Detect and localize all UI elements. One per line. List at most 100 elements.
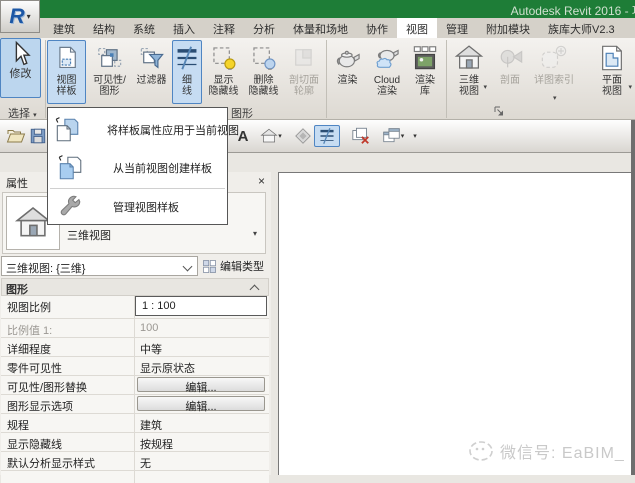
- window-title: Autodesk Revit 2016 - 项: [511, 2, 635, 18]
- house-3d-icon: [454, 41, 484, 75]
- property-row-view-scale[interactable]: 视图比例 1 : 100: [1, 296, 269, 319]
- tab-family-master[interactable]: 族库大师V2.3: [539, 18, 624, 38]
- cut-profile-icon: [291, 41, 317, 75]
- customize-qat-button[interactable]: ▾: [408, 125, 422, 147]
- property-row-display-options[interactable]: 图形显示选项 编辑...: [1, 395, 269, 414]
- tab-massing-site[interactable]: 体量和场地: [284, 18, 357, 38]
- ribbon-tab-bar: 建筑 结构 系统 插入 注释 分析 体量和场地 协作 视图 管理 附加模块 族库…: [0, 18, 635, 38]
- thin-lines-button[interactable]: 细 线: [172, 40, 202, 104]
- remove-hidden-lines-button[interactable]: 删除 隐藏线: [244, 40, 283, 104]
- chevron-down-icon: ▾: [413, 132, 417, 140]
- properties-title: 属性: [6, 175, 28, 191]
- view-template-menu: 将样板属性应用于当前视图 从当前视图创建样板 管理视图样板: [47, 107, 228, 225]
- tab-view[interactable]: 视图: [397, 18, 437, 38]
- plan-views-button[interactable]: 平面 视图 ▾: [591, 40, 633, 104]
- section-icon: [294, 127, 312, 145]
- section-qat-button[interactable]: [292, 125, 314, 147]
- tab-manage[interactable]: 管理: [437, 18, 477, 38]
- graphics-section-header[interactable]: 图形: [1, 278, 269, 296]
- visibility-graphics-button[interactable]: 可见性/ 图形: [88, 40, 131, 104]
- menu-item-apply-template[interactable]: 将样板属性应用于当前视图: [48, 112, 227, 148]
- show-hidden-lines-button[interactable]: 显示 隐藏线: [204, 40, 243, 104]
- chevron-down-icon: [183, 262, 193, 272]
- wechat-icon: [468, 438, 494, 464]
- chevron-down-icon: ▾: [401, 132, 405, 140]
- switch-windows-icon: [382, 127, 401, 146]
- edit-display-options-button[interactable]: 编辑...: [137, 396, 265, 411]
- tab-systems[interactable]: 系统: [124, 18, 164, 38]
- property-row-partial: [1, 471, 269, 483]
- menu-separator: [50, 188, 225, 189]
- apply-template-icon: [53, 116, 81, 144]
- chevron-down-icon: ▾: [483, 83, 487, 91]
- visibility-graphics-icon: [97, 41, 123, 75]
- save-button[interactable]: [27, 125, 49, 147]
- switch-windows-button[interactable]: ▾: [378, 125, 408, 147]
- close-icon[interactable]: ×: [258, 174, 265, 188]
- thin-lines-qat-button[interactable]: [314, 125, 340, 147]
- cut-profile-button: 剖切面 轮廓: [284, 40, 324, 104]
- drawing-area[interactable]: [278, 172, 635, 475]
- wrench-icon: [53, 194, 87, 220]
- callout-button: 详图索引 ▾: [530, 40, 578, 104]
- edit-vg-button[interactable]: 编辑...: [137, 377, 265, 392]
- property-row-show-hidden-lines[interactable]: 显示隐藏线 按规程: [1, 433, 269, 452]
- property-row-scale-value: 比例值 1: 100: [1, 319, 269, 338]
- instance-selector[interactable]: 三维视图: {三维}: [1, 256, 198, 276]
- close-windows-icon: [351, 126, 371, 146]
- render-in-cloud-button[interactable]: Cloud 渲染: [367, 40, 407, 104]
- section-marker-icon: [496, 41, 524, 75]
- 3d-view-qat-button[interactable]: ▾: [256, 125, 286, 147]
- tab-analyze[interactable]: 分析: [244, 18, 284, 38]
- chevron-down-icon: ▾: [27, 12, 31, 21]
- open-folder-icon: [6, 126, 26, 146]
- window-right-edge: [631, 120, 635, 475]
- cloud-render-icon: [373, 41, 401, 75]
- property-row-vg-overrides[interactable]: 可见性/图形替换 编辑...: [1, 376, 269, 395]
- edit-type-icon: [202, 259, 217, 274]
- remove-hidden-lines-icon: [251, 41, 277, 75]
- watermark: 微信号: EaBIM_: [468, 438, 625, 464]
- tab-collaborate[interactable]: 协作: [357, 18, 397, 38]
- tab-annotate[interactable]: 注释: [204, 18, 244, 38]
- tab-structure[interactable]: 结构: [84, 18, 124, 38]
- menu-item-manage-templates[interactable]: 管理视图样板: [48, 192, 227, 222]
- filters-button[interactable]: 过滤器: [132, 40, 171, 104]
- edit-type-button[interactable]: 编辑类型: [202, 256, 268, 276]
- menu-item-create-template[interactable]: 从当前视图创建样板: [48, 150, 227, 186]
- view-scale-input[interactable]: 1 : 100: [135, 296, 267, 316]
- render-button[interactable]: 渲染: [329, 40, 366, 104]
- create-template-icon: [53, 154, 87, 182]
- section-button: 剖面: [492, 40, 528, 104]
- titlebar: Autodesk Revit 2016 - 项: [0, 0, 635, 18]
- tab-architecture[interactable]: 建筑: [44, 18, 84, 38]
- graphics-panel-label[interactable]: 图形: [231, 105, 253, 121]
- chevron-down-icon: ▾: [628, 83, 632, 91]
- property-row-detail-level[interactable]: 详细程度 中等: [1, 338, 269, 357]
- type-name: 三维视图: [67, 227, 111, 243]
- app-menu-button[interactable]: R ▾: [0, 0, 40, 33]
- chevron-down-icon: ▾: [553, 94, 557, 102]
- tab-addins[interactable]: 附加模块: [477, 18, 539, 38]
- property-row-parts-visibility[interactable]: 零件可见性 显示原状态: [1, 357, 269, 376]
- watermark-text: 微信号: EaBIM_: [500, 439, 625, 463]
- house-icon: [260, 127, 278, 145]
- thin-lines-icon: [174, 41, 200, 75]
- dialog-launcher-icon[interactable]: [494, 106, 505, 117]
- filter-icon: [139, 41, 165, 75]
- open-button[interactable]: [5, 125, 27, 147]
- 3d-view-button[interactable]: 三维 视图 ▾: [449, 40, 489, 104]
- render-gallery-button[interactable]: 渲染 库: [408, 40, 442, 104]
- thin-lines-icon: [318, 127, 336, 145]
- property-row-analysis-style[interactable]: 默认分析显示样式 无: [1, 452, 269, 471]
- select-panel-label[interactable]: 选择 ▾: [8, 105, 37, 121]
- collapse-icon: [250, 285, 260, 295]
- close-hidden-windows-button[interactable]: [350, 125, 372, 147]
- property-row-discipline[interactable]: 规程 建筑: [1, 414, 269, 433]
- instance-selector-row: 三维视图: {三维} 编辑类型: [0, 256, 271, 276]
- cursor-icon: [9, 39, 33, 69]
- tab-insert[interactable]: 插入: [164, 18, 204, 38]
- chevron-down-icon[interactable]: ▾: [253, 229, 257, 238]
- view-template-button[interactable]: 视图 样板: [47, 40, 86, 104]
- modify-button[interactable]: 修改: [0, 38, 41, 98]
